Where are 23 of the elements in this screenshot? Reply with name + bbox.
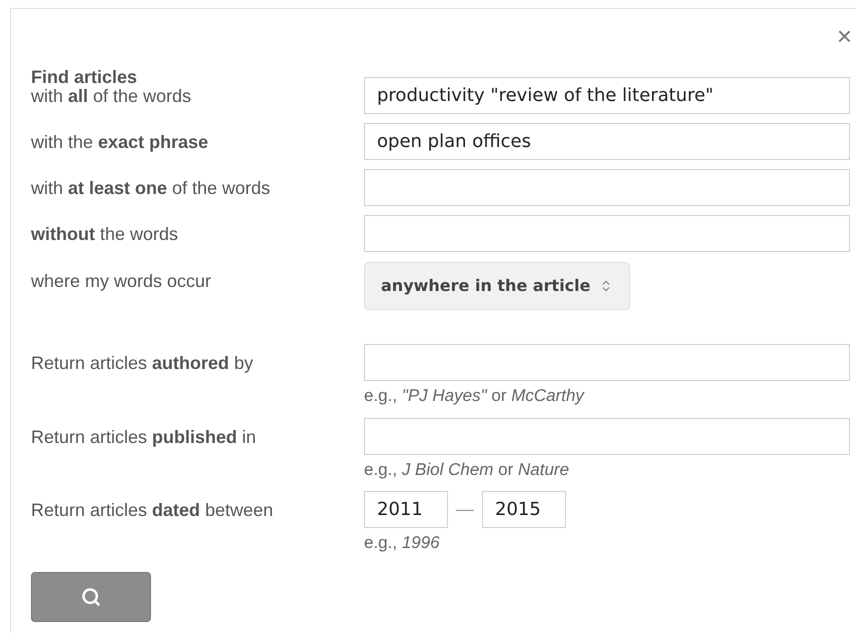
where-dropdown[interactable]: anywhere in the article (364, 262, 630, 310)
field-hint: e.g., 1996 (364, 532, 441, 554)
field-label: Return articles dated between (31, 499, 274, 522)
field-label: Return articles authored by (31, 352, 254, 375)
range-separator: — (456, 498, 474, 521)
text-field[interactable] (364, 169, 850, 206)
year-from-field[interactable]: 2011 (364, 491, 448, 528)
field-hint: e.g., "PJ Hayes" or McCarthy (364, 385, 586, 407)
field-label: where my words occur (31, 270, 212, 293)
field-label: Return articles published in (31, 426, 258, 449)
text-field[interactable]: productivity "review of the literature" (364, 77, 850, 114)
close-button[interactable]: × (836, 23, 852, 49)
field-label: with the exact phrase (31, 131, 210, 154)
field-label: without the words (31, 223, 180, 246)
field-hint: e.g., J Biol Chem or Nature (364, 458, 570, 480)
search-icon (81, 586, 101, 606)
text-field[interactable] (364, 418, 850, 454)
field-label: with at least one of the words (31, 177, 272, 200)
text-field[interactable]: open plan offices (364, 123, 850, 160)
text-field[interactable] (364, 215, 850, 252)
search-button[interactable] (31, 572, 151, 622)
text-field[interactable] (364, 344, 850, 381)
year-to-field[interactable]: 2015 (482, 491, 566, 528)
